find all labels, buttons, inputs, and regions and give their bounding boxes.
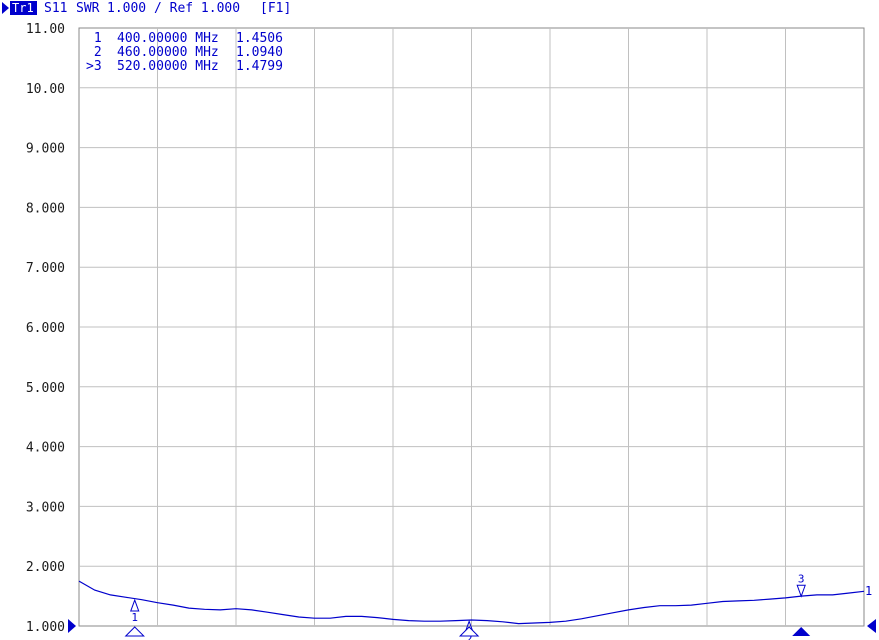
y-tick-label: 8.000 xyxy=(26,201,65,216)
marker-row-value: 1.4506 xyxy=(236,31,283,46)
marker-triangle-icon xyxy=(796,584,806,598)
marker-row-frequency: 460.00000 MHz xyxy=(117,45,219,60)
grid xyxy=(79,28,864,626)
marker-row[interactable]: >3 520.00000 MHz 1.4799 xyxy=(86,59,283,74)
trace-header: Tr1 S11 SWR 1.000 / Ref 1.000 [F1] xyxy=(2,1,291,16)
trace-active-arrow-icon[interactable] xyxy=(2,2,9,14)
marker-row-prefix: >3 xyxy=(86,59,102,74)
trace-scale[interactable]: 1.000 / Ref 1.000 xyxy=(107,1,240,16)
y-tick-label: 9.000 xyxy=(26,142,65,157)
y-tick-label: 11.00 xyxy=(26,22,65,37)
y-tick-label: 5.000 xyxy=(26,381,65,396)
y-axis-ticks: 11.00 10.00 9.000 8.000 7.000 6.000 5.000 4.000… xyxy=(26,22,65,635)
marker-glyphs: 1 2 3 xyxy=(124,572,811,640)
y-tick-label: 6.000 xyxy=(26,321,65,336)
trace-end-label: 1 xyxy=(865,584,872,598)
y-tick-label: 1.000 xyxy=(26,620,65,635)
marker-2-glyph[interactable]: 2 xyxy=(458,619,480,640)
y-tick-label: 10.00 xyxy=(26,82,65,97)
y-tick-label: 4.000 xyxy=(26,441,65,456)
marker-bottom-triangle-icon[interactable] xyxy=(792,627,811,636)
reference-level-arrow-icon[interactable] xyxy=(68,619,76,633)
marker-row-value: 1.0940 xyxy=(236,45,283,60)
y-tick-label: 2.000 xyxy=(26,560,65,575)
marker-bottom-triangle-icon[interactable] xyxy=(458,626,480,637)
marker-triangle-icon xyxy=(130,598,140,612)
y-tick-label: 7.000 xyxy=(26,261,65,276)
marker-number-label: 1 xyxy=(131,611,138,624)
plot-area[interactable]: 11.00 10.00 9.000 8.000 7.000 6.000 5.000 4.000… xyxy=(26,22,865,640)
trace-parameter[interactable]: S11 xyxy=(44,1,67,16)
y-tick-label: 3.000 xyxy=(26,500,65,515)
marker-row[interactable]: 2 460.00000 MHz 1.0940 xyxy=(86,45,283,60)
marker-row-frequency: 400.00000 MHz xyxy=(117,31,219,46)
trace-format[interactable]: SWR xyxy=(76,1,100,16)
marker-row-prefix: 1 xyxy=(86,31,102,46)
marker-row-frequency: 520.00000 MHz xyxy=(117,59,219,74)
trace-function-key[interactable]: [F1] xyxy=(260,1,291,16)
marker-row-prefix: 2 xyxy=(86,45,102,60)
marker-row[interactable]: 1 400.00000 MHz 1.4506 xyxy=(86,31,283,46)
marker-number-label: 3 xyxy=(798,572,805,585)
trace-tag-label[interactable]: Tr1 xyxy=(12,1,34,15)
marker-table: 1 400.00000 MHz 1.4506 2 460.00000 MHz 1… xyxy=(86,31,283,74)
right-edge-arrow-icon[interactable] xyxy=(867,619,876,633)
vna-display: Tr1 S11 SWR 1.000 / Ref 1.000 [F1] 11.00… xyxy=(2,1,876,640)
marker-row-value: 1.4799 xyxy=(236,59,283,74)
marker-bottom-triangle-icon[interactable] xyxy=(124,626,145,637)
marker-1-glyph[interactable]: 1 xyxy=(124,598,145,637)
